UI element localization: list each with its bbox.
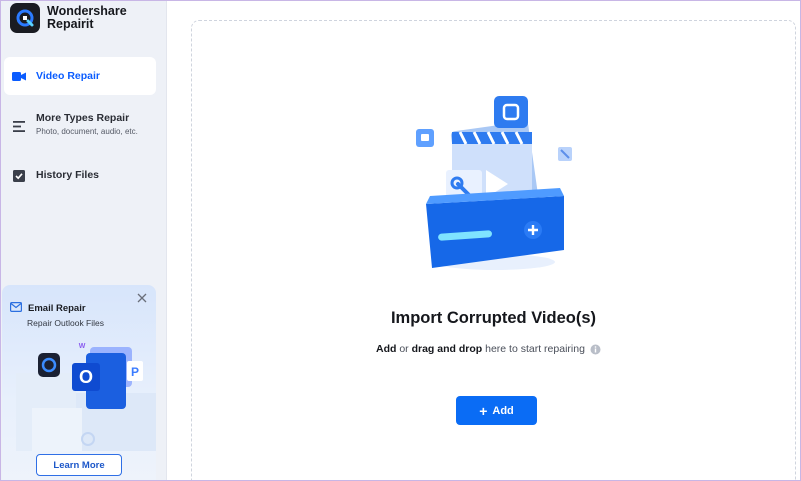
promo-header: Email Repair [10, 299, 86, 317]
svg-text:W: W [79, 343, 86, 350]
sidebar-item-more-types-repair[interactable]: More Types Repair Photo, document, audio… [4, 112, 156, 136]
sidebar-item-sublabel: Photo, document, audio, etc. [36, 127, 138, 136]
sidebar-item-label: Video Repair [36, 70, 100, 82]
sidebar-item-label: More Types Repair [36, 112, 130, 124]
app-name: Wondershare Repairit [47, 5, 127, 31]
sidebar-item-history-files[interactable]: History Files [4, 169, 156, 183]
promo-card: Email Repair Repair Outlook Files O P W … [2, 285, 156, 481]
page-title: Import Corrupted Video(s) [390, 309, 597, 327]
video-repair-illustration [416, 96, 572, 270]
sidebar-item-text: More Types Repair Photo, document, audio… [36, 112, 138, 136]
add-button-label: Add [492, 404, 514, 417]
checkbox-icon [12, 169, 26, 183]
sidebar: Wondershare Repairit Video Repair More T… [0, 0, 167, 481]
promo-subtitle: Repair Outlook Files [27, 318, 105, 328]
hint-rest: here to start repairing [482, 343, 585, 355]
video-camera-icon [12, 69, 26, 83]
learn-more-button[interactable]: Learn More [36, 454, 122, 476]
hint-or: or [396, 343, 412, 355]
mail-icon [10, 299, 23, 317]
promo-title: Email Repair [28, 302, 86, 314]
hint-add[interactable]: Add [376, 343, 396, 355]
add-button[interactable]: + Add [456, 396, 537, 425]
info-icon[interactable] [590, 344, 601, 355]
hint-drag: drag and drop [411, 343, 483, 355]
svg-text:O: O [79, 367, 93, 387]
plus-icon: + [479, 402, 488, 419]
svg-text:P: P [131, 365, 139, 379]
menu-lines-icon [12, 119, 26, 133]
brand: Wondershare Repairit [10, 3, 127, 33]
close-icon[interactable] [136, 291, 148, 303]
sidebar-item-label: History Files [36, 169, 100, 181]
repairit-logo-icon [10, 3, 40, 33]
drop-hint: Add or drag and drop here to start repai… [376, 343, 601, 355]
sidebar-item-video-repair[interactable]: Video Repair [4, 57, 156, 95]
outlook-illustration: O P W [16, 343, 156, 451]
app-name-line2: Repairit [47, 17, 94, 31]
